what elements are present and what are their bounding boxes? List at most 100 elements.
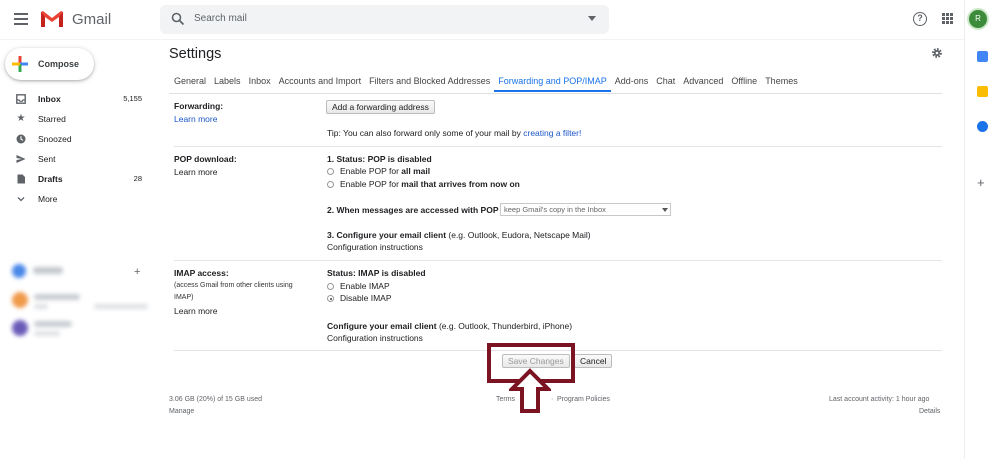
inbox-icon bbox=[16, 94, 26, 104]
pop-learn-more-link[interactable]: Learn more bbox=[174, 167, 217, 177]
chevron-down-icon bbox=[17, 197, 25, 202]
tab-add-ons[interactable]: Add-ons bbox=[611, 72, 653, 92]
tab-filters-and-blocked-addresses[interactable]: Filters and Blocked Addresses bbox=[365, 72, 494, 92]
cancel-button[interactable]: Cancel bbox=[574, 354, 613, 368]
pop-option-prefix: Enable POP for bbox=[340, 166, 402, 176]
imap-access-title: IMAP access: bbox=[174, 268, 229, 278]
forwarding-learn-more-link[interactable]: Learn more bbox=[174, 114, 217, 124]
tasks-icon[interactable] bbox=[977, 121, 988, 132]
sidebar-item-drafts[interactable]: Drafts 28 bbox=[0, 169, 150, 189]
enable-pop-all-mail-radio[interactable] bbox=[327, 168, 334, 175]
forwarding-tip: Tip: You can also forward only some of y… bbox=[327, 128, 581, 138]
imap-configuration-instructions-link[interactable]: Configuration instructions bbox=[327, 333, 423, 343]
gear-icon[interactable] bbox=[931, 47, 943, 59]
enable-pop-all-mail-label[interactable]: Enable POP for all mail bbox=[340, 166, 430, 176]
section-divider bbox=[174, 260, 942, 261]
main-menu-icon[interactable] bbox=[14, 13, 28, 25]
sidebar-item-inbox[interactable]: Inbox 5,155 bbox=[0, 89, 150, 109]
search-options-caret-icon[interactable] bbox=[588, 16, 596, 21]
pop-configuration-instructions-link[interactable]: Configuration instructions bbox=[327, 242, 423, 252]
apps-grid-icon[interactable] bbox=[942, 13, 953, 24]
pop-access-label: 2. When messages are accessed with POP bbox=[327, 205, 499, 215]
pop-access-select[interactable]: keep Gmail's copy in the Inbox bbox=[500, 203, 671, 216]
clock-icon bbox=[16, 134, 26, 144]
sidebar-item-sent[interactable]: Sent bbox=[0, 149, 150, 169]
contact-status bbox=[34, 331, 60, 336]
tab-accounts-and-import[interactable]: Accounts and Import bbox=[275, 72, 366, 92]
program-policies-link[interactable]: Program Policies bbox=[557, 396, 610, 403]
star-icon: ★ bbox=[16, 113, 26, 124]
gmail-brand-text: Gmail bbox=[72, 11, 112, 28]
imap-configure-hint: (e.g. Outlook, Thunderbird, iPhone) bbox=[436, 321, 573, 331]
enable-pop-from-now-label[interactable]: Enable POP for mail that arrives from no… bbox=[340, 179, 520, 189]
sidebar-item-more[interactable]: More bbox=[0, 189, 150, 209]
tab-inbox[interactable]: Inbox bbox=[245, 72, 275, 92]
draft-icon bbox=[17, 174, 25, 184]
activity-details-link[interactable]: Details bbox=[919, 408, 940, 415]
imap-learn-more-link[interactable]: Learn more bbox=[174, 306, 217, 316]
help-icon[interactable]: ? bbox=[913, 12, 927, 26]
enable-imap-radio[interactable] bbox=[327, 283, 334, 290]
contact-name bbox=[34, 294, 80, 300]
add-hangout-plus-icon[interactable]: + bbox=[134, 266, 140, 278]
sidebar-item-snoozed[interactable]: Snoozed bbox=[0, 129, 150, 149]
search-input[interactable]: Search mail bbox=[194, 13, 247, 24]
settings-tabs: General Labels Inbox Accounts and Import… bbox=[170, 72, 802, 92]
pop-status: 1. Status: POP is disabled bbox=[327, 154, 432, 164]
sidebar-item-label: Inbox bbox=[38, 94, 61, 104]
last-account-activity: Last account activity: 1 hour ago bbox=[829, 396, 930, 403]
add-forwarding-address-button[interactable]: Add a forwarding address bbox=[326, 100, 435, 114]
create-filter-link[interactable]: creating a filter! bbox=[523, 128, 581, 138]
contact-avatar[interactable] bbox=[12, 320, 28, 336]
enable-imap-label[interactable]: Enable IMAP bbox=[340, 281, 390, 291]
get-add-ons-plus-icon[interactable]: + bbox=[977, 175, 985, 190]
sidebar-item-label: Drafts bbox=[38, 174, 63, 184]
send-icon bbox=[16, 155, 26, 163]
imap-status: Status: IMAP is disabled bbox=[327, 268, 426, 278]
disable-imap-label[interactable]: Disable IMAP bbox=[340, 293, 392, 303]
sidebar-item-label: Sent bbox=[38, 154, 56, 164]
hangouts-user-name bbox=[33, 267, 63, 274]
pop-option-bold: mail that arrives from now on bbox=[401, 179, 520, 189]
sidebar-item-starred[interactable]: ★ Starred bbox=[0, 109, 150, 129]
disable-imap-radio[interactable] bbox=[327, 295, 334, 302]
imap-subtitle-line2: IMAP) bbox=[174, 294, 194, 301]
tab-forwarding-and-pop-imap[interactable]: Forwarding and POP/IMAP bbox=[494, 72, 611, 92]
contact-status bbox=[34, 304, 48, 309]
tab-advanced[interactable]: Advanced bbox=[679, 72, 727, 92]
storage-usage: 3.06 GB (20%) of 15 GB used bbox=[169, 396, 262, 403]
forwarding-title: Forwarding: bbox=[174, 101, 224, 111]
compose-label: Compose bbox=[38, 59, 80, 69]
imap-subtitle-line1: (access Gmail from other clients using bbox=[174, 282, 293, 289]
chevron-down-icon[interactable] bbox=[662, 208, 668, 212]
compose-plus-icon bbox=[12, 56, 28, 72]
pop-configure-hint: (e.g. Outlook, Eudora, Netscape Mail) bbox=[446, 230, 591, 240]
manage-storage-link[interactable]: Manage bbox=[169, 408, 194, 415]
search-icon[interactable] bbox=[171, 12, 185, 26]
sidebar-item-label: Snoozed bbox=[38, 134, 72, 144]
calendar-icon[interactable] bbox=[977, 51, 988, 62]
sidebar-item-label: Starred bbox=[38, 114, 66, 124]
pop-configure-label: 3. Configure your email client bbox=[327, 230, 447, 240]
page-title: Settings bbox=[169, 46, 222, 62]
keep-icon[interactable] bbox=[977, 86, 988, 97]
drafts-count: 28 bbox=[133, 174, 142, 183]
terms-link[interactable]: Terms bbox=[496, 396, 515, 403]
tab-chat[interactable]: Chat bbox=[652, 72, 679, 92]
pop-configure-client: 3. Configure your email client (e.g. Out… bbox=[327, 230, 591, 240]
section-divider bbox=[174, 146, 942, 147]
footer-separator: · bbox=[551, 396, 554, 403]
gmail-logo-icon[interactable] bbox=[40, 10, 64, 28]
tab-offline[interactable]: Offline bbox=[727, 72, 761, 92]
hangouts-avatar[interactable] bbox=[12, 264, 26, 278]
enable-pop-from-now-radio[interactable] bbox=[327, 181, 334, 188]
pop-option-prefix: Enable POP for bbox=[340, 179, 402, 189]
tab-general[interactable]: General bbox=[170, 72, 210, 92]
contact-avatar[interactable] bbox=[12, 292, 28, 308]
tab-labels[interactable]: Labels bbox=[210, 72, 245, 92]
pop-option-bold: all mail bbox=[401, 166, 431, 176]
tab-themes[interactable]: Themes bbox=[761, 72, 802, 92]
inbox-count: 5,155 bbox=[123, 94, 142, 103]
imap-configure-client: Configure your email client (e.g. Outloo… bbox=[327, 321, 572, 331]
imap-configure-label: Configure your email client bbox=[327, 321, 437, 331]
